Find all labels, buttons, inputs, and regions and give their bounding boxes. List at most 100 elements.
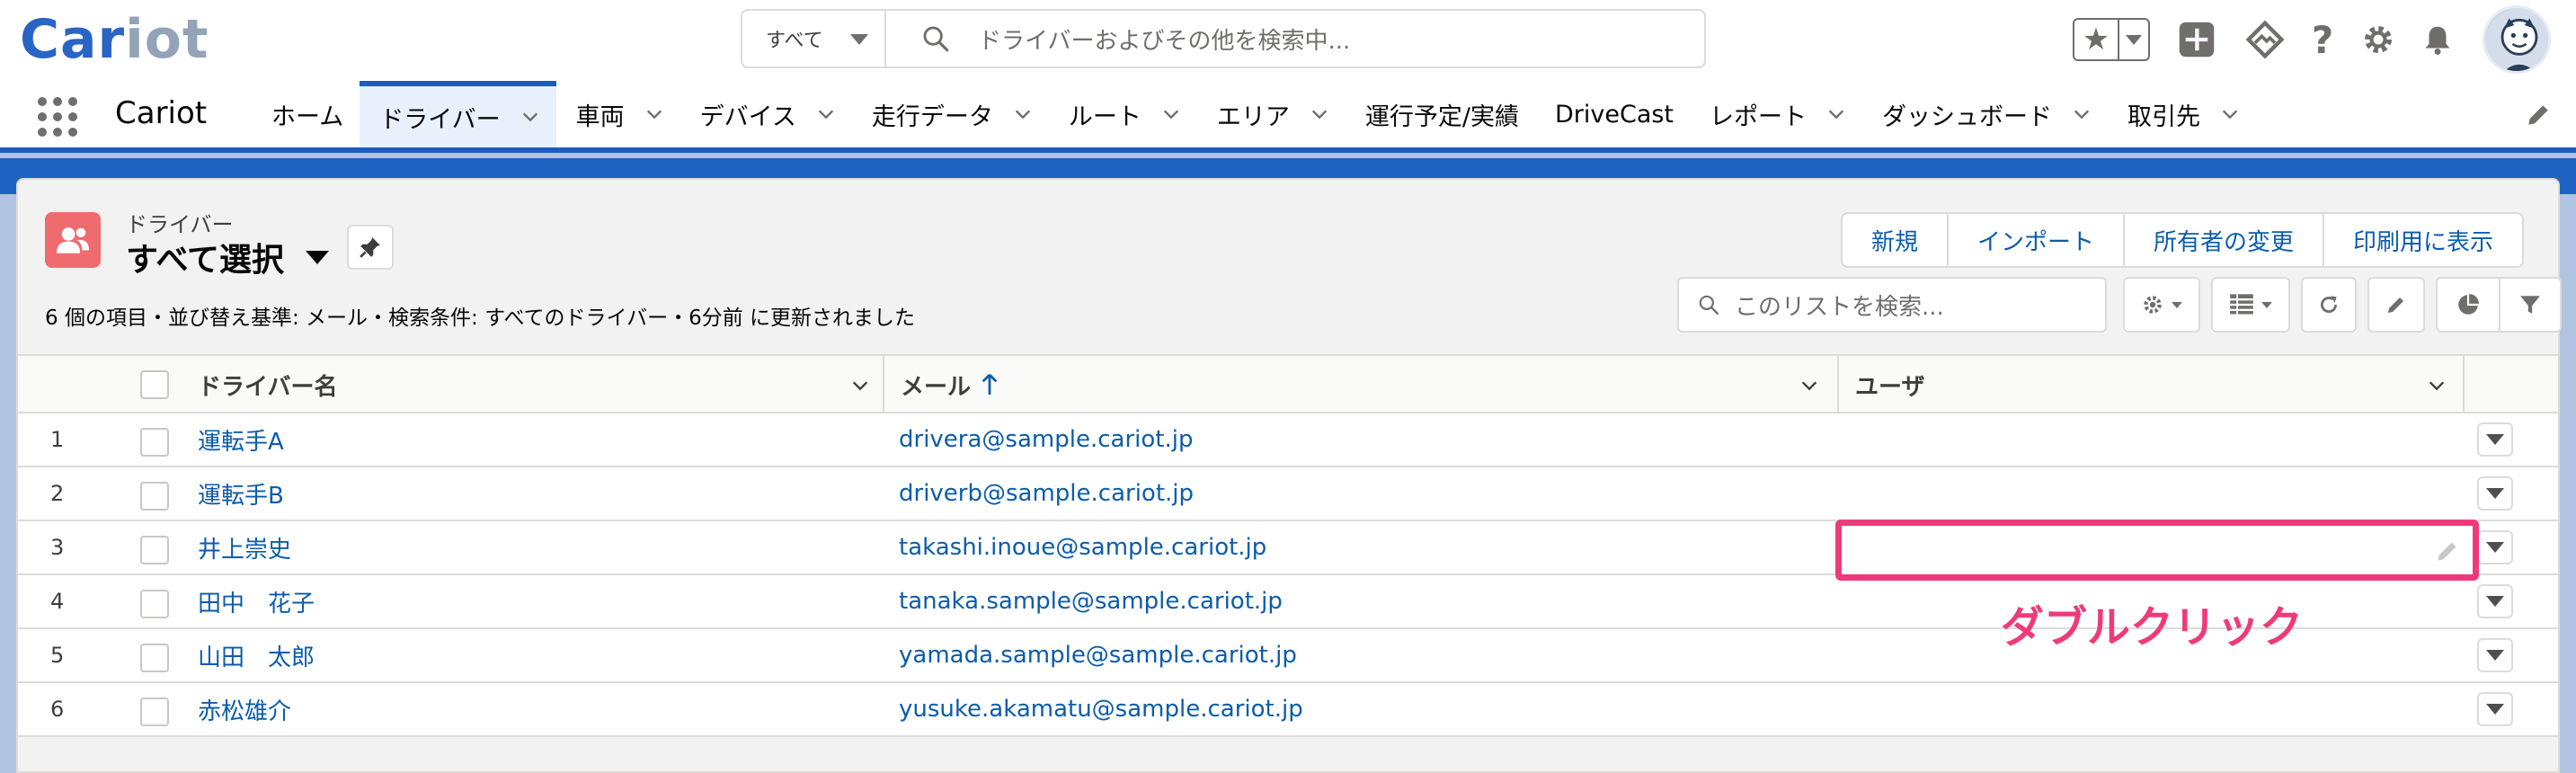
row-number: 3 [50,535,65,560]
driver-name-link[interactable]: 赤松雄介 [198,683,291,735]
email-link[interactable]: driverb@sample.cariot.jp [899,467,1194,520]
row-action-button[interactable] [2477,530,2513,564]
chevron-down-icon[interactable] [850,376,870,395]
row-action-button[interactable] [2477,584,2513,618]
filter-icon[interactable] [2499,279,2560,331]
search-scope-dropdown[interactable]: すべて [742,11,886,67]
cariot-logo[interactable]: Cariot [20,11,209,68]
chevron-down-icon[interactable] [816,104,836,124]
column-header-user[interactable]: ユーザ [1855,356,2459,413]
edit-nav-icon[interactable] [2524,101,2553,129]
column-divider[interactable] [883,356,884,413]
row-checkbox[interactable] [140,644,169,672]
row-number: 5 [50,643,65,668]
nav-tab-6[interactable]: エリア [1197,81,1346,147]
caret-down-icon [2261,301,2272,308]
row-action-button[interactable] [2477,638,2513,672]
nav-tab-5[interactable]: ルート [1049,81,1197,147]
select-all-checkbox[interactable] [140,370,169,399]
nav-tab-label: ホーム [271,102,344,131]
favorites-dropdown[interactable] [2119,20,2148,59]
column-header-email[interactable]: メール [901,356,1853,413]
driver-name-link[interactable]: 田中 花子 [198,575,315,627]
email-link[interactable]: tanaka.sample@sample.cariot.jp [899,575,1283,627]
row-checkbox[interactable] [140,536,169,564]
refresh-button[interactable] [2301,277,2357,333]
bell-icon[interactable] [2418,20,2457,59]
pencil-icon[interactable] [2435,538,2460,564]
chevron-down-icon[interactable] [1310,104,1329,124]
nav-tab-3[interactable]: デバイス [680,81,852,147]
list-search-placeholder: このリストを検索... [1735,293,1944,321]
app-launcher-icon[interactable] [38,97,77,137]
app-name: Cariot [115,95,208,131]
caret-down-icon [850,34,868,45]
inline-edit-button[interactable] [2367,277,2425,333]
list-search-input[interactable]: このリストを検索... [1677,277,2107,333]
row-checkbox[interactable] [140,590,169,618]
driver-name-link[interactable]: 運転手B [198,467,284,520]
global-search-input[interactable]: ドライバーおよびその他を検索中... [886,11,1704,67]
column-divider[interactable] [1837,356,1839,413]
row-action-button[interactable] [2477,692,2513,726]
row-checkbox[interactable] [140,482,169,511]
star-icon[interactable]: ★ [2074,20,2119,59]
nav-tab-11[interactable]: 取引先 [2108,81,2256,147]
list-action-button-1[interactable]: インポート [1947,214,2123,266]
chart-icon[interactable] [2438,279,2499,331]
plus-icon[interactable] [2177,20,2216,59]
chevron-down-icon[interactable] [520,107,540,127]
nav-tab-2[interactable]: 車両 [556,81,680,147]
column-header-driver-name[interactable]: ドライバー名 [198,356,883,413]
row-number: 4 [50,589,65,614]
driver-name-link[interactable]: 運転手A [198,413,284,466]
list-action-button-2[interactable]: 所有者の変更 [2123,214,2323,266]
row-action-button[interactable] [2477,476,2513,511]
app-navigation: Cariot ホーム ドライバー 車両 デバイス 走行データ ルート エリア 運行予定/実績 D… [0,81,2576,153]
nav-tab-1[interactable]: ドライバー [360,81,556,147]
driver-name-link[interactable]: 井上崇史 [198,521,291,573]
chevron-down-icon[interactable] [644,104,664,124]
pin-list-view-button[interactable] [347,225,394,270]
chevron-down-icon[interactable] [1013,104,1033,124]
column-divider[interactable] [2463,356,2465,413]
chevron-down-icon[interactable] [1826,104,1846,124]
nav-tab-label: 運行予定/実績 [1364,102,1519,131]
nav-tab-4[interactable]: 走行データ [852,81,1049,147]
row-checkbox[interactable] [140,697,169,726]
column-label: ユーザ [1855,373,1925,401]
display-as-button[interactable] [2211,277,2290,333]
list-view-name: すべて選択 [126,242,285,279]
nav-tab-8[interactable]: DriveCast [1535,81,1690,147]
list-settings-button[interactable] [2123,277,2200,333]
user-cell-edit-highlight[interactable] [1835,520,2479,581]
row-checkbox[interactable] [140,428,169,457]
gear-icon[interactable] [2358,20,2398,59]
nav-tab-10[interactable]: ダッシュボード [1862,81,2108,147]
chevron-down-icon[interactable] [2220,104,2240,124]
driver-name-link[interactable]: 山田 太郎 [198,629,315,681]
chevron-down-icon[interactable] [1161,104,1181,124]
list-view-selector[interactable]: すべて選択 [126,234,330,280]
chevron-down-icon[interactable] [1799,376,1819,395]
chevron-down-icon[interactable] [2427,376,2447,395]
nav-tab-9[interactable]: レポート [1690,81,1862,147]
table-header: ドライバー名 メール ユーザ [18,356,2558,413]
list-action-button-0[interactable]: 新規 [1843,214,1947,266]
pin-icon [360,237,380,258]
nav-tab-label: 走行データ [871,102,993,131]
question-icon[interactable]: ? [2303,18,2342,62]
list-action-button-3[interactable]: 印刷用に表示 [2323,214,2522,266]
nav-tab-0[interactable]: ホーム [252,81,360,147]
email-link[interactable]: takashi.inoue@sample.cariot.jp [899,521,1266,573]
nav-tab-7[interactable]: 運行予定/実績 [1346,81,1535,147]
email-link[interactable]: yusuke.akamatu@sample.cariot.jp [899,683,1303,735]
column-label: ドライバー名 [198,373,338,401]
email-link[interactable]: drivera@sample.cariot.jp [899,413,1193,466]
user-avatar[interactable] [2483,5,2551,74]
row-action-button[interactable] [2477,422,2513,457]
caret-down-icon [306,250,330,264]
email-link[interactable]: yamada.sample@sample.cariot.jp [899,629,1297,681]
chevron-down-icon[interactable] [2072,104,2092,124]
trailhead-icon[interactable] [2245,20,2285,59]
